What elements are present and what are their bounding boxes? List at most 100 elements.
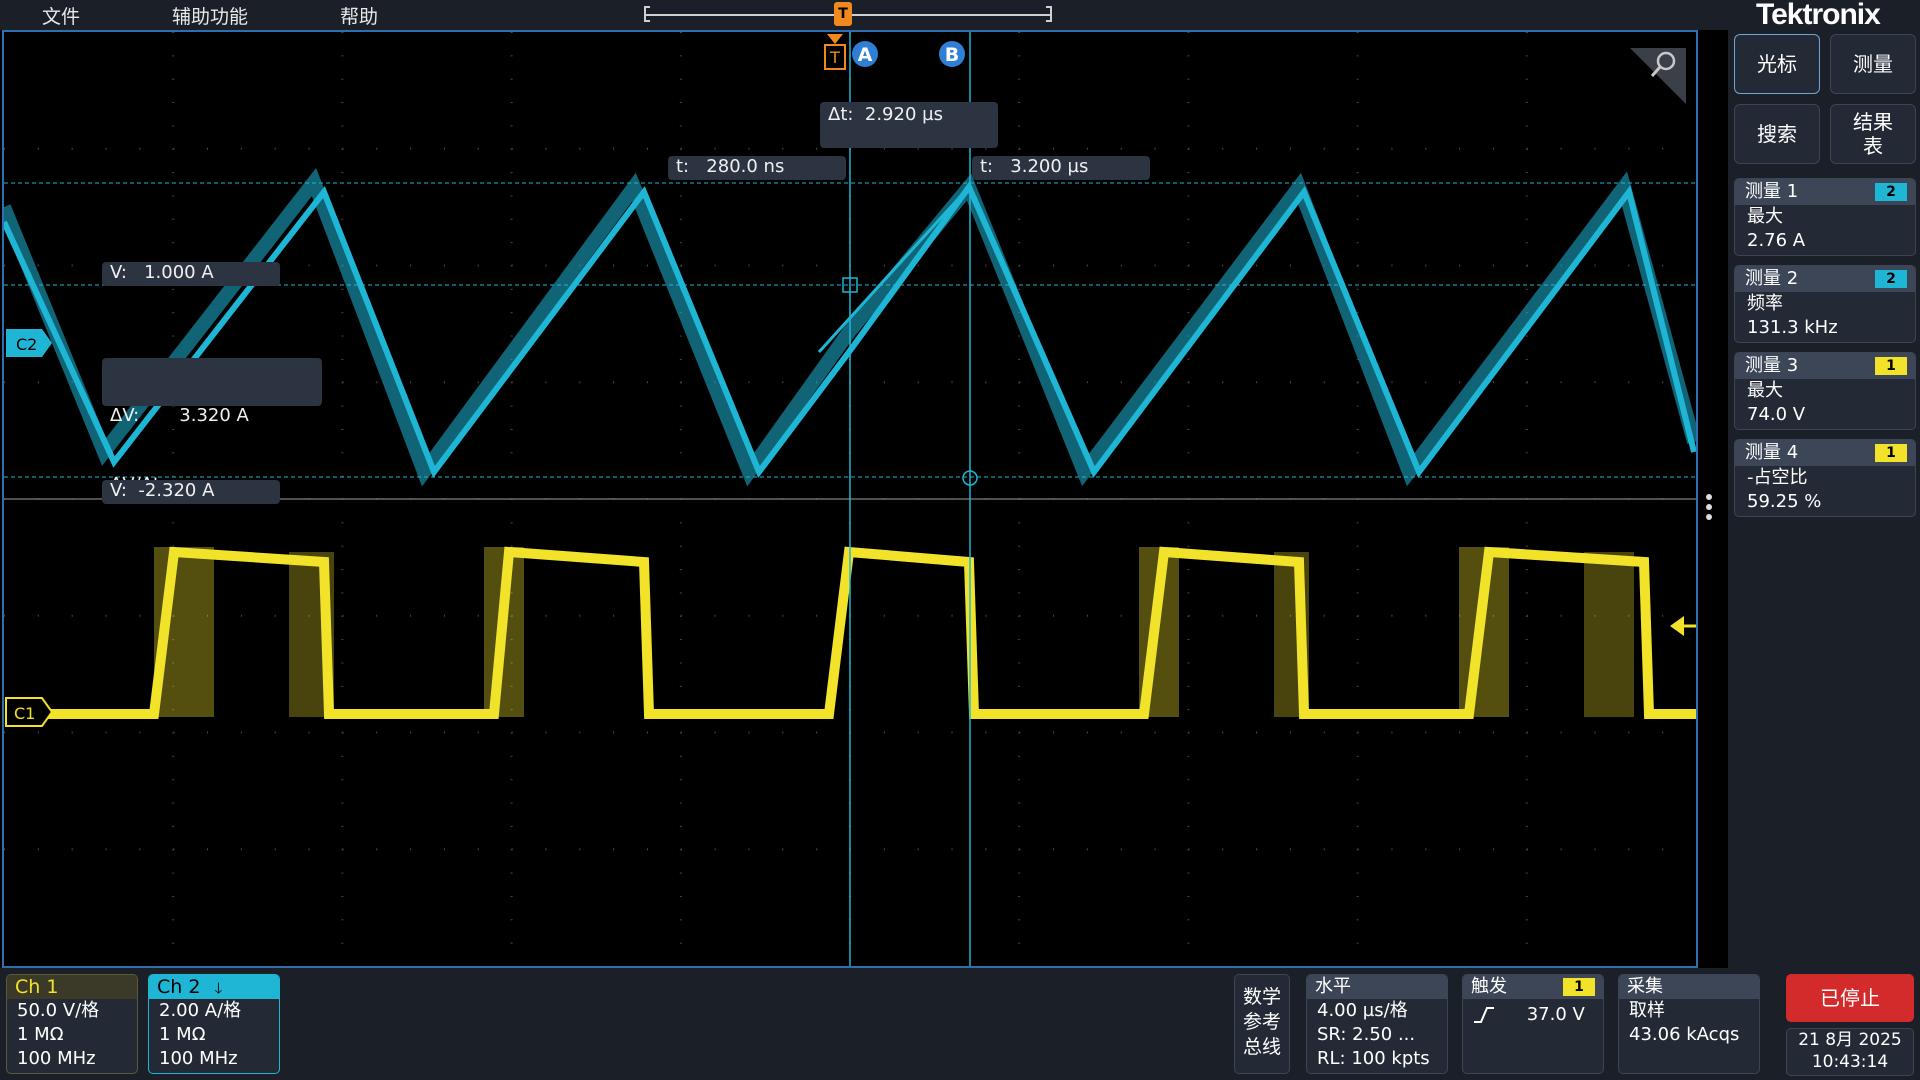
graticule-dot <box>1120 147 1122 150</box>
graticule-dot <box>1525 545 1528 547</box>
graticule-dot <box>1053 731 1055 734</box>
graticule-dot <box>376 147 378 150</box>
cursor-delta-v-readout[interactable]: ΔV: 3.320 A ΔV/Δt: <box>102 358 322 495</box>
menu-file[interactable]: 文件 <box>42 2 80 29</box>
graticule-dot <box>1492 381 1494 384</box>
graticule-dot <box>1187 32 1190 33</box>
graticule-dot <box>274 614 276 617</box>
graticule-dot <box>1525 358 1528 360</box>
graticule-dot <box>477 731 479 734</box>
graticule-dot <box>1525 685 1528 687</box>
graticule-dot <box>1018 569 1021 571</box>
graticule-dot <box>173 848 175 851</box>
graticule-dot <box>714 731 716 734</box>
cursor-button[interactable]: 光标 <box>1734 34 1820 94</box>
graticule-dot <box>1120 614 1122 617</box>
results-table-button[interactable]: 结果 表 <box>1830 104 1916 164</box>
zoom-magnifier-icon[interactable] <box>1630 48 1686 104</box>
ch2-marker[interactable]: C2 <box>6 329 52 357</box>
graticule-dot <box>172 102 175 104</box>
trigger-badge[interactable]: 触发 1 37.0 V <box>1462 974 1604 1074</box>
record-trigger-marker[interactable]: T <box>834 2 852 26</box>
graticule-dot <box>71 731 73 734</box>
graticule-dot <box>1187 428 1190 430</box>
cursor-b-time-readout[interactable]: t: 3.200 µs <box>972 156 1150 180</box>
graticule-dot <box>1256 147 1258 150</box>
graticule-dot <box>172 779 175 781</box>
graticule-dot <box>510 895 513 897</box>
graticule-dot <box>1018 195 1021 197</box>
search-button[interactable]: 搜索 <box>1734 104 1820 164</box>
graticule-dot <box>274 147 276 150</box>
graticule-dot <box>1628 147 1630 150</box>
graticule-dot <box>1356 545 1359 547</box>
measurement-4-card[interactable]: 测量 4 1 -占空比 59.25 % <box>1734 439 1916 517</box>
cursor-a-time-readout[interactable]: t: 280.0 ns <box>668 156 846 180</box>
graticule-dot <box>4 381 5 384</box>
graticule-dot <box>1187 312 1190 314</box>
graticule-dot <box>1187 825 1190 827</box>
graticule-dot <box>1323 848 1325 851</box>
measurement-1-card[interactable]: 测量 1 2 最大 2.76 A <box>1734 178 1916 256</box>
ch2-title: Ch 2 <box>157 976 201 998</box>
graticule-dot <box>1053 614 1055 617</box>
measurement-2-card[interactable]: 测量 2 2 频率 131.3 kHz <box>1734 265 1916 343</box>
graticule-dot <box>1187 709 1190 711</box>
graticule-dot <box>477 381 479 384</box>
graticule-dot <box>1356 779 1359 781</box>
graticule-dot <box>1492 264 1494 267</box>
graticule-dot <box>1525 639 1528 641</box>
graticule-dot <box>342 731 344 734</box>
graticule-dot <box>1628 848 1630 851</box>
cursor-b-value-readout[interactable]: V: -2.320 A <box>102 480 280 504</box>
graticule-dot <box>341 195 344 197</box>
measurement-3-card[interactable]: 测量 3 1 最大 74.0 V <box>1734 352 1916 430</box>
graticule-dot <box>1525 242 1528 244</box>
math-ref-bus-button[interactable]: 数学 参考 总线 <box>1234 974 1290 1074</box>
graticule-dot <box>443 731 445 734</box>
graticule-dot <box>679 802 682 804</box>
ch1-badge[interactable]: Ch 1 50.0 V/格 1 MΩ 100 MHz <box>6 974 138 1074</box>
graticule-dot <box>1018 545 1021 547</box>
graticule-dot <box>37 381 39 384</box>
graticule-dot <box>510 55 513 57</box>
graticule-dot <box>1459 731 1461 734</box>
graticule-dot <box>172 312 175 314</box>
run-stop-button[interactable]: 已停止 <box>1786 974 1914 1022</box>
graticule-dot <box>1525 335 1528 337</box>
cursor-delta-t-readout[interactable]: Δt: 2.920 µs <box>820 102 998 148</box>
menu-help[interactable]: 帮助 <box>340 2 378 29</box>
cursor-a-value-readout[interactable]: V: 1.000 A <box>102 262 280 286</box>
menu-utility[interactable]: 辅助功能 <box>172 2 248 29</box>
graticule-dot <box>1525 802 1528 804</box>
graticule-dot <box>172 755 175 757</box>
graticule-dot <box>613 264 615 267</box>
graticule-dot <box>1289 147 1291 150</box>
graticule-dot <box>679 218 682 220</box>
ch1-marker[interactable]: C1 <box>5 697 54 727</box>
panel-handle[interactable] <box>1706 494 1712 528</box>
graticule-dot <box>985 264 987 267</box>
ch1-marker-label: C1 <box>14 704 35 723</box>
graticule-dot <box>1357 614 1359 617</box>
date-text: 21 8月 2025 <box>1798 1030 1902 1050</box>
graticule-dot <box>1222 264 1224 267</box>
graticule-dot <box>1492 731 1494 734</box>
graticule-dot <box>1187 569 1190 571</box>
ch1-waveform <box>34 546 1696 719</box>
graticule-dot <box>679 872 682 874</box>
graticule-dot <box>71 264 73 267</box>
graticule-dot <box>680 264 682 267</box>
graticule-dot <box>883 264 885 267</box>
graticule-dot <box>613 848 615 851</box>
horizontal-badge[interactable]: 水平 4.00 µs/格 SR: 2.50 ... RL: 100 kpts <box>1306 974 1448 1074</box>
acquisition-badge[interactable]: 采集 取样 43.06 kAcqs <box>1618 974 1760 1074</box>
waveform-display[interactable]: A B T C2 C1 Δt: 2.920 µs t: 280.0 ns t: … <box>2 30 1698 968</box>
measure-button[interactable]: 测量 <box>1830 34 1916 94</box>
graticule-dot <box>1526 848 1528 851</box>
graticule-dot <box>1356 172 1359 174</box>
ch2-badge[interactable]: Ch 2 🡓 2.00 A/格 1 MΩ 100 MHz <box>148 974 280 1074</box>
measurement-4-header: 测量 4 1 <box>1735 440 1915 466</box>
measurement-1-title: 测量 1 <box>1745 181 1799 202</box>
graticule-dot <box>1391 848 1393 851</box>
